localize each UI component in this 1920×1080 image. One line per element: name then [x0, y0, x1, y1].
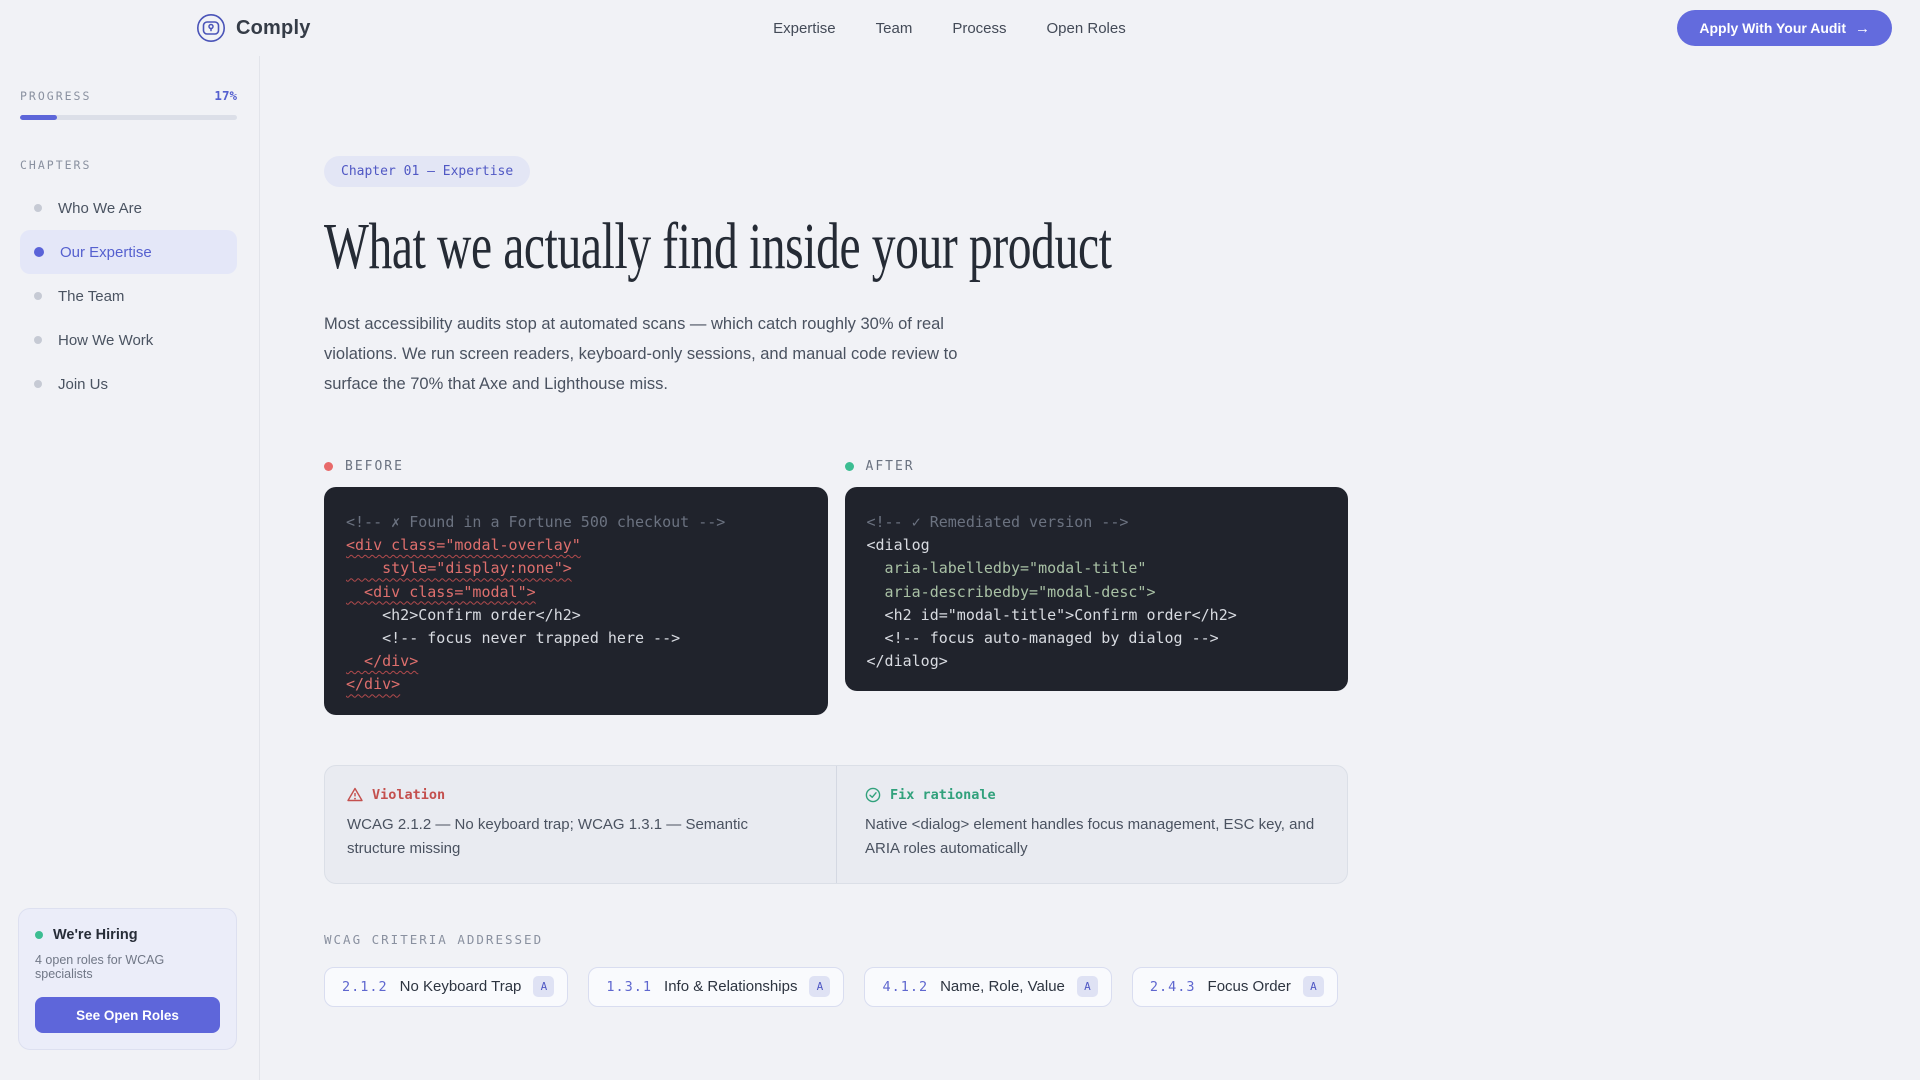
nav-team[interactable]: Team [876, 20, 913, 37]
nav-process[interactable]: Process [952, 20, 1006, 37]
after-label-row: AFTER [844, 459, 1349, 474]
violation-body: WCAG 2.1.2 — No keyboard trap; WCAG 1.3.… [347, 815, 748, 857]
code-line: <!-- ✓ Remediated version --> [866, 513, 1129, 531]
page-title: What we actually find inside your produc… [324, 210, 1112, 283]
apply-with-audit-button[interactable]: Apply With Your Audit → [1677, 10, 1892, 46]
chapters-label: CHAPTERS [20, 158, 92, 172]
wcag-criteria-chips: 2.1.2 No Keyboard Trap A 1.3.1 Info & Re… [324, 966, 1348, 1007]
warning-triangle-icon [347, 787, 363, 802]
chapter-badge: Chapter 01 — Expertise [324, 156, 531, 187]
chapter-dot-icon [34, 247, 44, 257]
criterion-chip-focus-order: 2.4.3 Focus Order A [1131, 966, 1338, 1007]
chapter-label: Our Expertise [60, 243, 152, 261]
after-dot-icon [844, 462, 854, 471]
brand-logo[interactable]: Comply [196, 13, 311, 43]
code-line: aria-describedby="modal-desc"> [866, 582, 1156, 601]
code-line: <!-- ✗ Found in a Fortune 500 checkout -… [346, 513, 726, 531]
code-line: <!-- focus auto-managed by dialog --> [866, 629, 1219, 648]
see-open-roles-button[interactable]: See Open Roles [35, 997, 220, 1033]
before-code-block: <!-- ✗ Found in a Fortune 500 checkout -… [324, 487, 828, 715]
criterion-code: 2.1.2 [342, 978, 388, 995]
before-dot-icon [324, 462, 333, 471]
check-circle-icon [865, 787, 881, 803]
sidebar: PROGRESS 17% CHAPTERS Who We Are Our Exp… [0, 56, 260, 1080]
criterion-code: 1.3.1 [606, 978, 653, 995]
criteria-section-label: WCAG CRITERIA ADDRESSED [324, 931, 544, 947]
code-line: <div class="modal"> [346, 582, 536, 601]
violation-panel: Violation WCAG 2.1.2 — No keyboard trap;… [325, 766, 836, 883]
hiring-subtitle: 4 open roles for WCAG specialists [35, 953, 165, 981]
before-column: BEFORE <!-- ✗ Found in a Fortune 500 che… [324, 459, 828, 715]
nav-expertise[interactable]: Expertise [773, 20, 836, 37]
chapter-dot-icon [34, 336, 42, 344]
progress-value: 17% [214, 88, 237, 103]
top-header: Comply Expertise Team Process Open Roles… [0, 0, 1920, 56]
hiring-status-dot-icon [35, 931, 43, 939]
sidebar-item-join-us[interactable]: Join Us [20, 362, 237, 406]
after-label: AFTER [865, 459, 915, 474]
after-column: AFTER <!-- ✓ Remediated version --> <dia… [844, 459, 1349, 715]
criterion-name: No Keyboard Trap [399, 978, 522, 996]
sidebar-item-our-expertise[interactable]: Our Expertise [20, 230, 237, 274]
code-line: <!-- focus never trapped here --> [346, 629, 681, 648]
chapter-dot-icon [34, 380, 42, 388]
code-line: aria-labelledby="modal-title" [866, 559, 1147, 578]
level-badge: A [1076, 976, 1098, 998]
progress-bar [20, 115, 237, 120]
before-label: BEFORE [345, 459, 404, 474]
code-line: <h2>Confirm order</h2> [346, 605, 581, 624]
after-code-block: <!-- ✓ Remediated version --> <dialog ar… [844, 487, 1348, 692]
code-line: </div> [346, 675, 401, 694]
comply-logo-icon [196, 13, 226, 43]
nav-open-roles[interactable]: Open Roles [1047, 20, 1126, 37]
code-line: style="display:none"> [346, 559, 572, 578]
chapter-label: Who We Are [58, 199, 142, 217]
code-line: </div> [346, 652, 419, 671]
main-content: Chapter 01 — Expertise What we actually … [260, 56, 1920, 1080]
hiring-card: We're Hiring 4 open roles for WCAG speci… [18, 908, 237, 1050]
brand-name: Comply [236, 16, 311, 39]
chapter-list: Who We Are Our Expertise The Team How We… [20, 186, 237, 406]
chapter-label: Join Us [58, 375, 109, 393]
sidebar-item-the-team[interactable]: The Team [20, 274, 237, 318]
criterion-chip-info-relationships: 1.3.1 Info & Relationships A [588, 966, 845, 1007]
chapter-label: The Team [58, 287, 125, 305]
chapter-dot-icon [34, 204, 42, 212]
before-after-comparison: BEFORE <!-- ✗ Found in a Fortune 500 che… [324, 459, 1348, 715]
progress-bar-fill [20, 115, 57, 120]
criterion-chip-name-role-value: 4.1.2 Name, Role, Value A [864, 966, 1112, 1007]
sidebar-item-how-we-work[interactable]: How We Work [20, 318, 237, 362]
code-line: <dialog [866, 536, 930, 555]
level-badge: A [1302, 976, 1324, 998]
hiring-title: We're Hiring [53, 927, 138, 943]
intro-paragraph: Most accessibility audits stop at automa… [324, 315, 958, 393]
code-line: <h2 id="modal-title">Confirm order</h2> [866, 605, 1237, 624]
fix-rationale-title: Fix rationale [890, 786, 996, 803]
level-badge: A [533, 976, 555, 998]
code-line: </dialog> [866, 652, 948, 671]
level-badge: A [809, 976, 831, 998]
criterion-name: Focus Order [1207, 978, 1291, 996]
progress-label: PROGRESS [20, 89, 92, 103]
main-nav: Expertise Team Process Open Roles [773, 20, 1126, 37]
before-label-row: BEFORE [324, 459, 828, 474]
criterion-name: Info & Relationships [664, 978, 798, 996]
chapter-dot-icon [34, 292, 42, 300]
criterion-code: 2.4.3 [1149, 978, 1196, 995]
chapter-label: How We Work [58, 331, 154, 349]
violation-title: Violation [372, 786, 446, 803]
fix-rationale-body: Native <dialog> element handles focus ma… [865, 815, 1315, 857]
criterion-code: 4.1.2 [882, 978, 929, 995]
sidebar-item-who-we-are[interactable]: Who We Are [20, 186, 237, 230]
fix-rationale-panel: Fix rationale Native <dialog> element ha… [836, 765, 1347, 883]
violation-fix-card: Violation WCAG 2.1.2 — No keyboard trap;… [324, 764, 1348, 884]
criterion-name: Name, Role, Value [940, 978, 1065, 996]
code-line: <div class="modal-overlay" [346, 536, 581, 555]
progress-section: PROGRESS 17% [20, 88, 237, 103]
arrow-right-icon: → [1855, 19, 1870, 37]
criterion-chip-no-keyboard-trap: 2.1.2 No Keyboard Trap A [324, 966, 569, 1007]
